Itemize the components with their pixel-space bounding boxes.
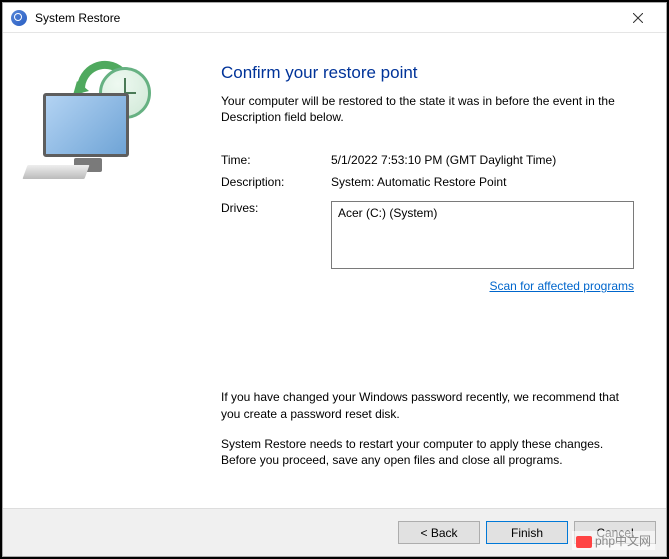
close-icon (633, 13, 643, 23)
close-button[interactable] (618, 6, 658, 30)
time-row: Time: 5/1/2022 7:53:10 PM (GMT Daylight … (221, 153, 634, 167)
finish-button[interactable]: Finish (486, 521, 568, 544)
system-restore-icon (11, 10, 27, 26)
drives-label: Drives: (221, 201, 331, 215)
scan-affected-programs-link[interactable]: Scan for affected programs (221, 279, 634, 293)
page-heading: Confirm your restore point (221, 63, 634, 83)
restart-note: System Restore needs to restart your com… (221, 436, 634, 468)
watermark: php中文网 (572, 531, 655, 550)
watermark-logo-icon (576, 536, 592, 548)
intro-text: Your computer will be restored to the st… (221, 93, 634, 125)
time-label: Time: (221, 153, 331, 167)
monitor-icon (43, 93, 129, 157)
main-panel: Confirm your restore point Your computer… (191, 33, 666, 508)
restore-illustration (25, 59, 165, 179)
titlebar: System Restore (3, 3, 666, 33)
description-label: Description: (221, 175, 331, 189)
watermark-text: php中文网 (595, 534, 651, 548)
content-area: Confirm your restore point Your computer… (3, 33, 666, 508)
time-value: 5/1/2022 7:53:10 PM (GMT Daylight Time) (331, 153, 556, 167)
drives-listbox[interactable]: Acer (C:) (System) (331, 201, 634, 269)
window-title: System Restore (35, 11, 120, 25)
titlebar-left: System Restore (11, 10, 120, 26)
description-value: System: Automatic Restore Point (331, 175, 506, 189)
wizard-footer: < Back Finish Cancel (3, 508, 666, 556)
drive-item[interactable]: Acer (C:) (System) (338, 206, 627, 220)
description-row: Description: System: Automatic Restore P… (221, 175, 634, 189)
system-restore-window: System Restore Confirm your restore poin… (2, 2, 667, 557)
sidebar (3, 33, 191, 508)
password-note: If you have changed your Windows passwor… (221, 389, 634, 421)
back-button[interactable]: < Back (398, 521, 480, 544)
drives-row: Drives: Acer (C:) (System) (221, 201, 634, 269)
keyboard-icon (22, 165, 89, 179)
